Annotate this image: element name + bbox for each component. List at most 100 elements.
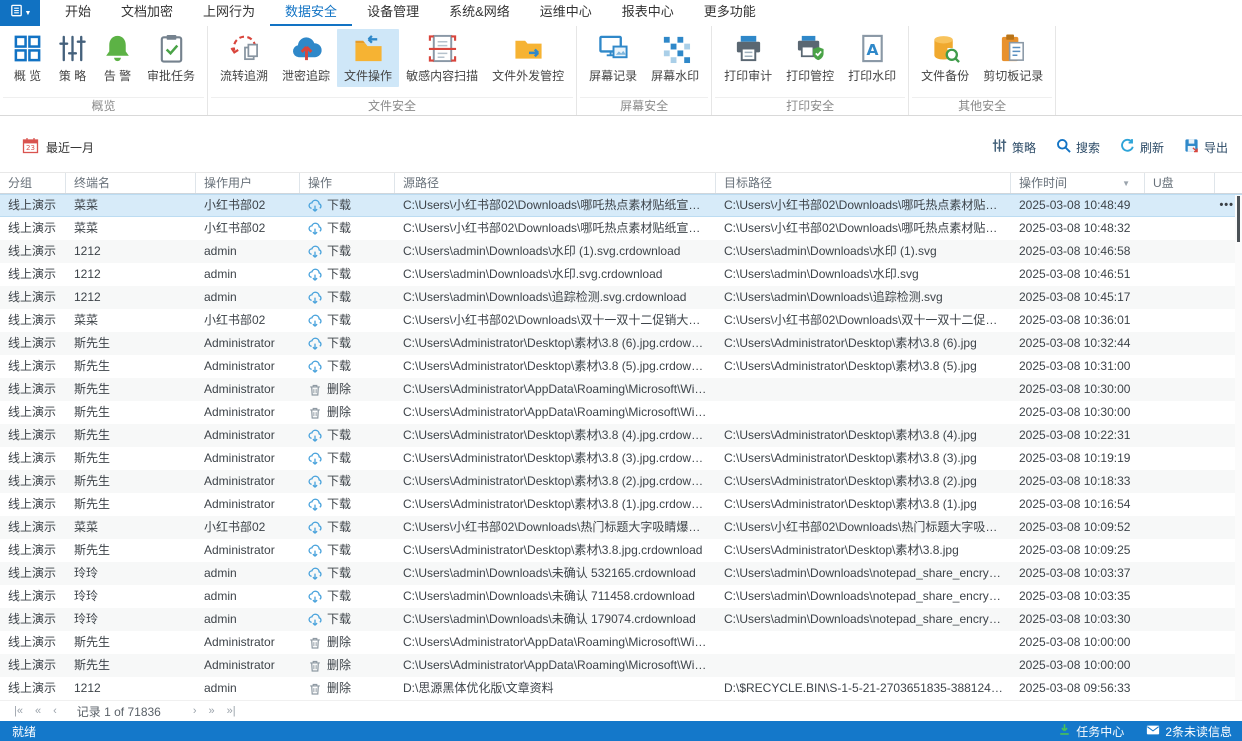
date-filter-button[interactable]: 23 最近一月 <box>22 137 94 157</box>
column-header-2[interactable]: 终端名 <box>66 173 196 193</box>
operation-label: 下载 <box>327 562 351 585</box>
column-header-6[interactable]: 目标路径 <box>716 173 1011 193</box>
cell-target-path: C:\Users\小红书部02\Downloads\热门标题大字吸睛爆款小红..… <box>716 516 1011 539</box>
cell-user: Administrator <box>196 332 300 355</box>
ribbon-item-watermark-grid[interactable]: 屏幕水印 <box>644 29 706 87</box>
ribbon-item-scan-doc[interactable]: 敏感内容扫描 <box>399 29 485 87</box>
scrollbar-thumb[interactable] <box>1237 196 1240 242</box>
sliders-small-icon <box>992 138 1007 156</box>
column-header-5[interactable]: 源路径 <box>395 173 716 193</box>
ribbon-group-items: 屏幕记录屏幕水印 <box>580 26 708 97</box>
menu-tab[interactable]: 更多功能 <box>689 0 771 26</box>
table-row[interactable]: 线上演示1212admin下载C:\Users\admin\Downloads\… <box>0 263 1242 286</box>
table-row[interactable]: 线上演示菜菜小红书部02下载C:\Users\小红书部02\Downloads\… <box>0 516 1242 539</box>
menu-tab[interactable]: 报表中心 <box>607 0 689 26</box>
table-row[interactable]: 线上演示玲玲admin下载C:\Users\admin\Downloads\未确… <box>0 608 1242 631</box>
ribbon-item-folder-out[interactable]: 文件外发管控 <box>485 29 571 87</box>
unread-messages-button[interactable]: 2条未读信息 <box>1146 723 1232 740</box>
last-page-button[interactable]: »| <box>221 705 242 717</box>
ribbon-item-doc-a[interactable]: A打印水印 <box>841 29 903 87</box>
next-page-button[interactable]: › <box>187 705 203 717</box>
ribbon-item-folder-return[interactable]: 文件操作 <box>337 29 399 87</box>
ribbon-item-clipboard-doc[interactable]: 剪切板记录 <box>976 29 1050 87</box>
ribbon-item-label: 打印管控 <box>786 67 834 84</box>
cell-terminal: 斯先生 <box>66 355 196 378</box>
download-icon <box>308 452 322 466</box>
menu-tab[interactable]: 数据安全 <box>270 0 352 26</box>
cell-group: 线上演示 <box>0 401 66 424</box>
ribbon-item-db-search[interactable]: 文件备份 <box>914 29 976 87</box>
app-menu-button[interactable]: ▼ <box>0 0 40 26</box>
filter-dropdown-icon[interactable]: ▼ <box>1122 173 1130 193</box>
download-icon <box>308 360 322 374</box>
table-row[interactable]: 线上演示斯先生Administrator下载C:\Users\Administr… <box>0 424 1242 447</box>
column-header-7[interactable]: 操作时间▼ <box>1011 173 1145 193</box>
operation-label: 下载 <box>327 355 351 378</box>
export-button[interactable]: 导出 <box>1184 138 1228 156</box>
operation-label: 删除 <box>327 401 351 424</box>
doc-a-icon: A <box>857 33 888 64</box>
operation-label: 删除 <box>327 631 351 654</box>
table-row[interactable]: 线上演示菜菜小红书部02下载C:\Users\小红书部02\Downloads\… <box>0 217 1242 240</box>
cell-user: Administrator <box>196 470 300 493</box>
table-row[interactable]: 线上演示斯先生Administrator下载C:\Users\Administr… <box>0 493 1242 516</box>
table-row[interactable]: 线上演示1212admin删除D:\思源黑体优化版\文章资料D:\$RECYCL… <box>0 677 1242 700</box>
ribbon-item-printer-shield[interactable]: 打印管控 <box>779 29 841 87</box>
table-row[interactable]: 线上演示菜菜小红书部02下载C:\Users\小红书部02\Downloads\… <box>0 309 1242 332</box>
ribbon-item-bell[interactable]: 告 警 <box>95 29 140 87</box>
ribbon-item-sliders[interactable]: 策 略 <box>50 29 95 87</box>
operation-label: 下载 <box>327 217 351 240</box>
table-row[interactable]: 线上演示菜菜小红书部02下载C:\Users\小红书部02\Downloads\… <box>0 194 1242 217</box>
prev-fast-button[interactable]: « <box>29 705 47 717</box>
task-center-button[interactable]: 任务中心 <box>1058 723 1124 740</box>
table-row[interactable]: 线上演示斯先生Administrator下载C:\Users\Administr… <box>0 539 1242 562</box>
menu-tab[interactable]: 设备管理 <box>352 0 434 26</box>
column-header-3[interactable]: 操作用户 <box>196 173 300 193</box>
ribbon-item-printer[interactable]: 打印审计 <box>717 29 779 87</box>
refresh-button[interactable]: 刷新 <box>1120 138 1164 156</box>
table-row[interactable]: 线上演示1212admin下载C:\Users\admin\Downloads\… <box>0 240 1242 263</box>
menu-tab[interactable]: 系统&网络 <box>434 0 525 26</box>
first-page-button[interactable]: |« <box>8 705 29 717</box>
search-button[interactable]: 搜索 <box>1056 138 1100 156</box>
table-body: 线上演示菜菜小红书部02下载C:\Users\小红书部02\Downloads\… <box>0 194 1242 700</box>
table-row[interactable]: 线上演示斯先生Administrator删除C:\Users\Administr… <box>0 378 1242 401</box>
column-header-1[interactable]: 分组 <box>0 173 66 193</box>
prev-page-button[interactable]: ‹ <box>47 705 63 717</box>
ribbon-item-screen-record[interactable]: 屏幕记录 <box>582 29 644 87</box>
column-header-4[interactable]: 操作 <box>300 173 395 193</box>
cell-source-path: C:\Users\admin\Downloads\追踪检测.svg.crdown… <box>395 286 716 309</box>
ribbon-item-clipboard-check[interactable]: 审批任务 <box>140 29 202 87</box>
table-row[interactable]: 线上演示1212admin下载C:\Users\admin\Downloads\… <box>0 286 1242 309</box>
menu-tab[interactable]: 上网行为 <box>188 0 270 26</box>
ribbon-item-cloud-leak[interactable]: 泄密追踪 <box>275 29 337 87</box>
policy-button[interactable]: 策略 <box>992 138 1036 156</box>
clipboard-check-icon <box>156 33 187 64</box>
date-filter-label: 最近一月 <box>46 139 94 156</box>
menu-tab[interactable]: 开始 <box>50 0 106 26</box>
ribbon-item-cycle-doc[interactable]: 流转追溯 <box>213 29 275 87</box>
menu-tab[interactable]: 运维中心 <box>525 0 607 26</box>
column-header-8[interactable]: U盘 <box>1145 173 1215 193</box>
table-row[interactable]: 线上演示斯先生Administrator下载C:\Users\Administr… <box>0 447 1242 470</box>
table-row[interactable]: 线上演示斯先生Administrator下载C:\Users\Administr… <box>0 470 1242 493</box>
row-actions-button[interactable]: ••• <box>1219 194 1234 217</box>
table-row[interactable]: 线上演示斯先生Administrator删除C:\Users\Administr… <box>0 631 1242 654</box>
ribbon-item-grid[interactable]: 概 览 <box>5 29 50 87</box>
table-row[interactable]: 线上演示斯先生Administrator下载C:\Users\Administr… <box>0 355 1242 378</box>
table-row[interactable]: 线上演示玲玲admin下载C:\Users\admin\Downloads\未确… <box>0 585 1242 608</box>
cell-operation: 下载 <box>300 424 395 447</box>
vertical-scrollbar[interactable] <box>1235 195 1242 700</box>
cell-time: 2025-03-08 10:03:30 <box>1011 608 1145 631</box>
next-fast-button[interactable]: » <box>203 705 221 717</box>
sliders-icon <box>57 33 88 64</box>
table-row[interactable]: 线上演示斯先生Administrator删除C:\Users\Administr… <box>0 401 1242 424</box>
menu-tab[interactable]: 文档加密 <box>106 0 188 26</box>
table-row[interactable]: 线上演示玲玲admin下载C:\Users\admin\Downloads\未确… <box>0 562 1242 585</box>
download-icon <box>308 475 322 489</box>
cell-operation: 删除 <box>300 378 395 401</box>
cell-source-path: C:\Users\Administrator\Desktop\素材\3.8 (5… <box>395 355 716 378</box>
cell-usb <box>1145 447 1215 470</box>
table-row[interactable]: 线上演示斯先生Administrator下载C:\Users\Administr… <box>0 332 1242 355</box>
table-row[interactable]: 线上演示斯先生Administrator删除C:\Users\Administr… <box>0 654 1242 677</box>
